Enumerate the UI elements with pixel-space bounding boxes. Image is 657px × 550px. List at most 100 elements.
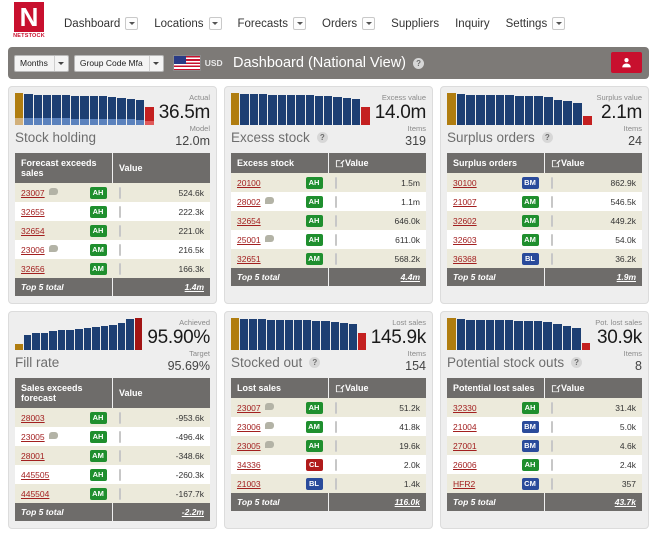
nav-item-orders[interactable]: Orders: [322, 17, 375, 30]
edit-icon[interactable]: [335, 158, 345, 168]
edit-icon[interactable]: [335, 383, 345, 393]
table-row[interactable]: 32330AH31.4k: [447, 398, 642, 417]
item-link[interactable]: 32656: [21, 264, 45, 274]
table-row[interactable]: 445504AM-167.7k: [15, 484, 210, 503]
item-link[interactable]: 23007: [237, 403, 261, 413]
column-header-value[interactable]: Value: [113, 378, 211, 408]
item-link[interactable]: 21004: [453, 422, 477, 432]
item-link[interactable]: 20100: [237, 178, 261, 188]
column-header-name[interactable]: Excess stock: [231, 153, 329, 173]
total-value[interactable]: 1.9m: [545, 268, 643, 286]
comment-icon[interactable]: [265, 197, 274, 204]
currency-selector[interactable]: USD: [173, 55, 223, 71]
comment-icon[interactable]: [265, 441, 274, 448]
item-link[interactable]: 30100: [453, 178, 477, 188]
group-code-select[interactable]: Group Code Mfa: [74, 55, 164, 72]
table-row[interactable]: 28001AM-348.6k: [15, 446, 210, 465]
table-row[interactable]: 32654AH646.0k: [231, 211, 426, 230]
table-row[interactable]: 23006AM216.5k: [15, 240, 210, 259]
chevron-down-icon[interactable]: [293, 17, 306, 30]
comment-icon[interactable]: [49, 188, 58, 195]
nav-item-forecasts[interactable]: Forecasts: [238, 17, 307, 30]
table-row[interactable]: 34336CL2.0k: [231, 455, 426, 474]
column-header-name[interactable]: Sales exceeds forecast: [15, 378, 113, 408]
item-link[interactable]: 25001: [237, 235, 261, 245]
item-link[interactable]: 23005: [21, 432, 45, 442]
table-row[interactable]: 32654AH221.0k: [15, 221, 210, 240]
table-row[interactable]: 23007AH51.2k: [231, 398, 426, 417]
table-row[interactable]: 26006AH2.4k: [447, 455, 642, 474]
nav-item-locations[interactable]: Locations: [154, 17, 221, 30]
item-link[interactable]: 34336: [237, 460, 261, 470]
edit-icon[interactable]: [551, 158, 561, 168]
table-row[interactable]: 28003AH-953.6k: [15, 408, 210, 427]
item-link[interactable]: 32654: [237, 216, 261, 226]
item-link[interactable]: 23005: [237, 441, 261, 451]
help-icon[interactable]: ?: [542, 132, 553, 143]
chevron-down-icon[interactable]: [125, 17, 138, 30]
table-row[interactable]: 27001BM4.6k: [447, 436, 642, 455]
item-link[interactable]: 32651: [237, 254, 261, 264]
column-header-value[interactable]: Value: [329, 378, 427, 398]
item-link[interactable]: 26006: [453, 460, 477, 470]
column-header-name[interactable]: Forecast exceeds sales: [15, 153, 113, 183]
table-row[interactable]: 32655AH222.3k: [15, 202, 210, 221]
comment-icon[interactable]: [265, 235, 274, 242]
help-icon[interactable]: ?: [309, 357, 320, 368]
item-link[interactable]: 28001: [21, 451, 45, 461]
table-row[interactable]: 36368BL36.2k: [447, 249, 642, 268]
item-link[interactable]: 445504: [21, 489, 49, 499]
total-value[interactable]: 116.0k: [329, 493, 427, 511]
edit-icon[interactable]: [551, 383, 561, 393]
total-value[interactable]: 1.4m: [113, 278, 211, 296]
nav-item-inquiry[interactable]: Inquiry: [455, 18, 490, 30]
column-header-value[interactable]: Value: [545, 153, 643, 173]
table-row[interactable]: 32651AM568.2k: [231, 249, 426, 268]
item-link[interactable]: 36368: [453, 254, 477, 264]
comment-icon[interactable]: [265, 422, 274, 429]
nav-item-suppliers[interactable]: Suppliers: [391, 18, 439, 30]
nav-item-dashboard[interactable]: Dashboard: [64, 17, 138, 30]
item-link[interactable]: 32654: [21, 226, 45, 236]
column-header-name[interactable]: Surplus orders: [447, 153, 545, 173]
comment-icon[interactable]: [265, 403, 274, 410]
table-row[interactable]: HFR2CM357: [447, 474, 642, 493]
chevron-down-icon[interactable]: [209, 17, 222, 30]
help-icon[interactable]: ?: [317, 132, 328, 143]
column-header-name[interactable]: Potential lost sales: [447, 378, 545, 398]
table-row[interactable]: 28002AH1.1m: [231, 192, 426, 211]
chevron-down-icon[interactable]: [54, 56, 68, 71]
column-header-value[interactable]: Value: [545, 378, 643, 398]
item-link[interactable]: 23007: [21, 188, 45, 198]
table-row[interactable]: 21007AM546.5k: [447, 192, 642, 211]
table-row[interactable]: 32656AM166.3k: [15, 259, 210, 278]
table-row[interactable]: 21003BL1.4k: [231, 474, 426, 493]
comment-icon[interactable]: [49, 245, 58, 252]
chevron-down-icon[interactable]: [362, 17, 375, 30]
table-row[interactable]: 32603AM54.0k: [447, 230, 642, 249]
total-value[interactable]: 43.7k: [545, 493, 643, 511]
item-link[interactable]: 28002: [237, 197, 261, 207]
item-link[interactable]: 32655: [21, 207, 45, 217]
table-row[interactable]: 32602AM449.2k: [447, 211, 642, 230]
item-link[interactable]: 32602: [453, 216, 477, 226]
chevron-down-icon[interactable]: [149, 56, 163, 71]
item-link[interactable]: 21007: [453, 197, 477, 207]
table-row[interactable]: 23006AM41.8k: [231, 417, 426, 436]
total-value[interactable]: -2.2m: [113, 503, 211, 521]
item-link[interactable]: 21003: [237, 479, 261, 489]
user-account-button[interactable]: [611, 52, 642, 73]
nav-item-settings[interactable]: Settings: [506, 17, 566, 30]
item-link[interactable]: HFR2: [453, 479, 475, 489]
item-link[interactable]: 32603: [453, 235, 477, 245]
table-row[interactable]: 21004BM5.0k: [447, 417, 642, 436]
item-link[interactable]: 23006: [237, 422, 261, 432]
total-value[interactable]: 4.4m: [329, 268, 427, 286]
comment-icon[interactable]: [49, 432, 58, 439]
item-link[interactable]: 32330: [453, 403, 477, 413]
table-row[interactable]: 23007AH524.6k: [15, 183, 210, 202]
table-row[interactable]: 30100BM862.9k: [447, 173, 642, 192]
item-link[interactable]: 23006: [21, 245, 45, 255]
netstock-logo[interactable]: N NETSTOCK: [8, 0, 50, 47]
period-select[interactable]: Months: [14, 55, 69, 72]
